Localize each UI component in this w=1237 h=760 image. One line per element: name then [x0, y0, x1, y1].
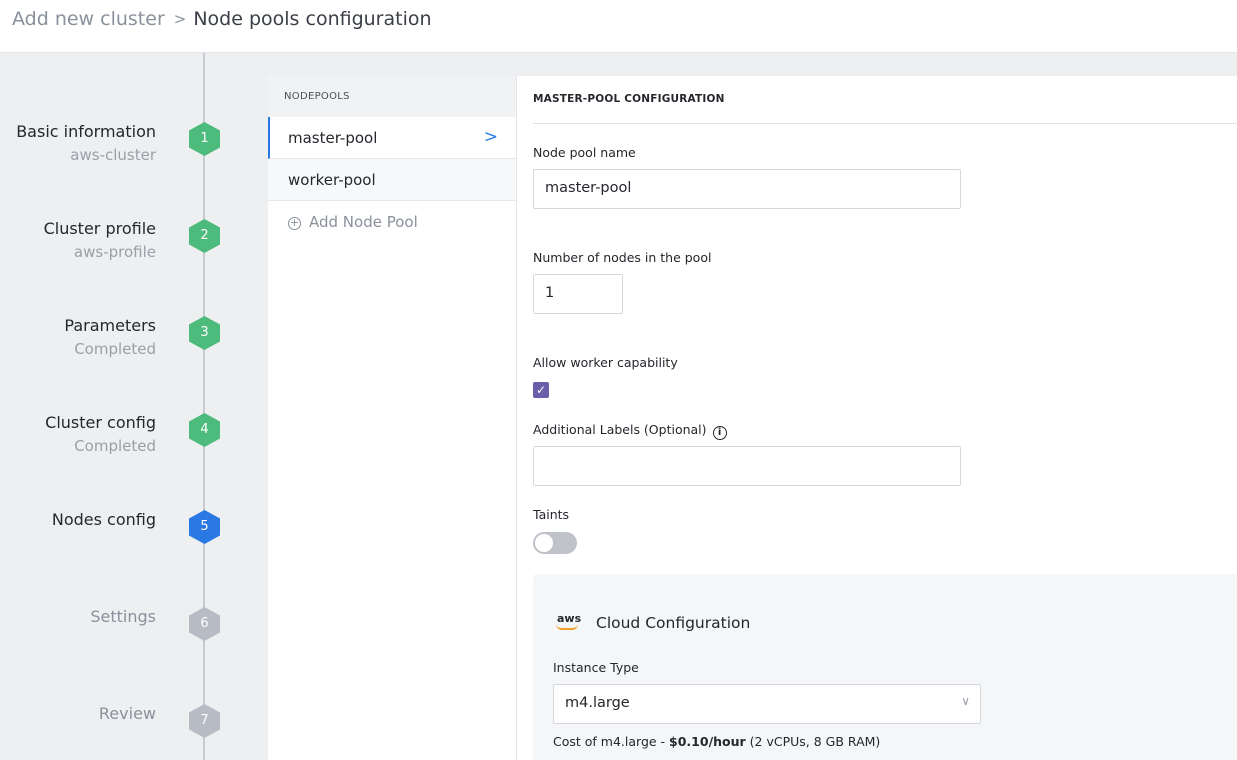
- step-number-badge: 7: [189, 704, 220, 738]
- nodepool-item-label: master-pool: [288, 129, 378, 147]
- cloud-configuration-section: aws Cloud Configuration Instance Type m4…: [533, 574, 1237, 760]
- breadcrumb-separator: >: [173, 10, 187, 28]
- step-subtitle: aws-profile: [73, 243, 156, 261]
- breadcrumb-root-link[interactable]: Add new cluster: [12, 8, 165, 30]
- step-title: Nodes config: [51, 510, 156, 529]
- add-node-pool-label: Add Node Pool: [309, 213, 418, 231]
- worker-capability-label: Allow worker capability: [533, 355, 678, 370]
- breadcrumb: Add new cluster > Node pools configuration: [12, 8, 432, 30]
- taints-toggle[interactable]: [533, 532, 577, 554]
- chevron-down-icon: ∨: [961, 694, 970, 708]
- node-count-label: Number of nodes in the pool: [533, 250, 712, 265]
- instance-cost-text: Cost of m4.large - $0.10/hour (2 vCPUs, …: [553, 734, 880, 749]
- instance-type-value: m4.large: [565, 695, 630, 711]
- step-parameters[interactable]: Parameters Completed 3: [0, 316, 268, 376]
- step-title: Cluster config: [45, 413, 156, 432]
- nodepools-panel: NODEPOOLS master-pool > worker-pool + Add…: [268, 76, 517, 760]
- step-nodes-config[interactable]: Nodes config 5: [0, 510, 268, 570]
- step-title: Basic information: [16, 122, 156, 141]
- step-number-badge: 1: [189, 122, 220, 156]
- cost-value: $0.10/hour: [669, 734, 746, 749]
- step-basic-information[interactable]: Basic information aws-cluster 1: [0, 122, 268, 182]
- cloud-configuration-title: Cloud Configuration: [596, 614, 751, 632]
- divider: [533, 123, 1237, 124]
- node-count-input[interactable]: 1: [533, 274, 623, 314]
- step-settings: Settings 6: [0, 607, 268, 667]
- chevron-right-icon: >: [483, 127, 498, 147]
- check-icon: ✓: [535, 383, 547, 397]
- pool-name-input[interactable]: master-pool: [533, 169, 961, 209]
- nodepool-item-label: worker-pool: [288, 171, 376, 189]
- aws-logo: aws: [555, 612, 581, 632]
- taints-label: Taints: [533, 507, 570, 522]
- wizard-stepper: Basic information aws-cluster 1 Cluster …: [0, 53, 268, 760]
- nodepools-header: NODEPOOLS: [268, 76, 516, 117]
- plus-circle-icon: +: [288, 216, 301, 230]
- instance-type-label: Instance Type: [553, 660, 639, 675]
- step-review: Review 7: [0, 704, 268, 760]
- cost-prefix: Cost of m4.large -: [553, 734, 670, 749]
- instance-type-select[interactable]: m4.large ∨: [553, 684, 981, 724]
- cost-suffix: (2 vCPUs, 8 GB RAM): [745, 734, 881, 749]
- additional-labels-text: Additional Labels (Optional): [533, 422, 707, 437]
- content-top-strip: [268, 53, 1237, 76]
- add-node-pool-button[interactable]: + Add Node Pool: [268, 201, 516, 243]
- toggle-knob: [535, 534, 553, 552]
- step-subtitle: Completed: [74, 340, 156, 358]
- step-cluster-config[interactable]: Cluster config Completed 4: [0, 413, 268, 473]
- step-number-badge: 6: [189, 607, 220, 641]
- aws-smile-icon: [556, 624, 578, 630]
- top-bar: Add new cluster > Node pools configuration: [0, 0, 1237, 53]
- step-title: Parameters: [64, 316, 156, 335]
- additional-labels-label: Additional Labels (Optional) i: [533, 422, 727, 440]
- step-title: Cluster profile: [43, 219, 156, 238]
- page-title: Node pools configuration: [193, 8, 432, 30]
- step-cluster-profile[interactable]: Cluster profile aws-profile 2: [0, 219, 268, 279]
- nodepool-item-worker-pool[interactable]: worker-pool: [268, 159, 516, 201]
- nodepool-config-panel: MASTER-POOL CONFIGURATION Node pool name…: [518, 76, 1237, 760]
- step-number-badge: 4: [189, 413, 220, 447]
- nodepool-item-master-pool[interactable]: master-pool >: [268, 117, 516, 159]
- step-number-badge: 3: [189, 316, 220, 350]
- step-number-badge: 2: [189, 219, 220, 253]
- config-header: MASTER-POOL CONFIGURATION: [533, 93, 725, 105]
- step-number-badge: 5: [189, 510, 220, 544]
- step-subtitle: aws-cluster: [70, 146, 156, 164]
- additional-labels-input[interactable]: [533, 446, 961, 486]
- step-subtitle: Completed: [74, 437, 156, 455]
- pool-name-label: Node pool name: [533, 145, 636, 160]
- worker-capability-checkbox[interactable]: ✓: [533, 382, 549, 398]
- step-title: Review: [98, 704, 156, 723]
- info-icon[interactable]: i: [712, 426, 727, 440]
- step-title: Settings: [90, 607, 156, 626]
